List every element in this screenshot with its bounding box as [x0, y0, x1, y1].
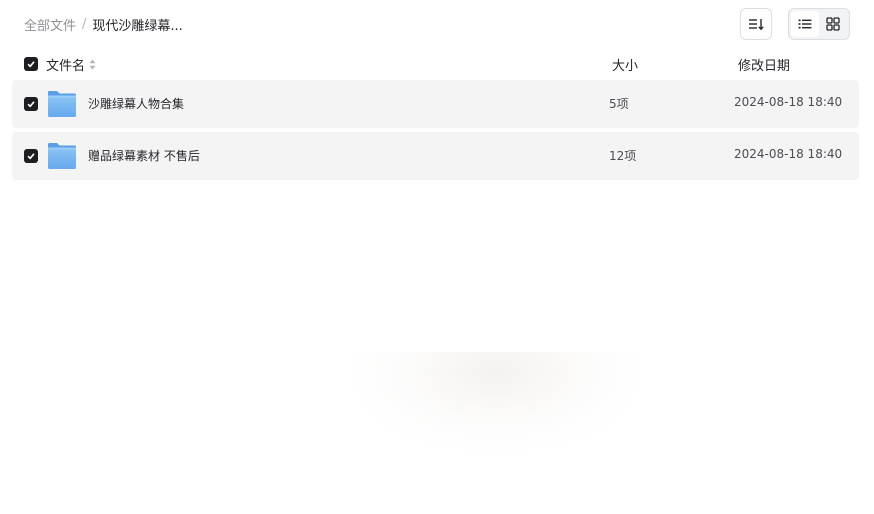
column-header-date: 修改日期 [738, 59, 791, 74]
file-name[interactable]: 赠品绿幕素材 不售后 [88, 147, 200, 164]
file-row[interactable]: 沙雕绿幕人物合集 5项 2024-08-18 18:40 [12, 80, 859, 128]
column-header-size: 大小 [612, 59, 639, 74]
file-modified-date: 2024-08-18 18:40 [734, 147, 843, 161]
list-view-button[interactable] [791, 11, 819, 37]
checkmark-icon [27, 153, 35, 160]
folder-icon [48, 91, 76, 117]
list-view-icon [798, 19, 812, 29]
checkmark-icon [27, 101, 35, 108]
file-row[interactable]: 赠品绿幕素材 不售后 12项 2024-08-18 18:40 [12, 132, 859, 180]
sort-button[interactable] [740, 8, 772, 40]
row-checkbox[interactable] [24, 97, 38, 111]
sort-caret-icon [89, 59, 96, 70]
breadcrumb: 全部文件 / 现代沙雕绿幕... [24, 15, 183, 34]
view-mode-toggle [788, 8, 850, 40]
grid-view-icon [826, 17, 840, 31]
file-size: 12项 [609, 149, 637, 163]
breadcrumb-root-link[interactable]: 全部文件 [24, 15, 76, 34]
breadcrumb-current-folder: 现代沙雕绿幕... [92, 18, 183, 34]
background-glow [350, 352, 642, 452]
select-all-checkbox[interactable] [24, 57, 38, 71]
column-header-name-label: 文件名 [46, 59, 86, 74]
file-modified-date: 2024-08-18 18:40 [734, 95, 843, 109]
checkmark-icon [27, 61, 35, 68]
file-size: 5项 [609, 97, 629, 111]
grid-view-button[interactable] [819, 11, 847, 37]
folder-icon [48, 143, 76, 169]
file-browser: 全部文件 / 现代沙雕绿幕... 文件名 大小 修改日期 沙雕绿幕人物合集 5项… [0, 0, 874, 514]
breadcrumb-separator: / [82, 16, 87, 32]
column-header-name[interactable]: 文件名 [46, 55, 96, 74]
sort-list-icon [749, 19, 764, 31]
row-checkbox[interactable] [24, 149, 38, 163]
file-name[interactable]: 沙雕绿幕人物合集 [88, 95, 184, 112]
file-list-header: 文件名 大小 修改日期 [12, 54, 859, 74]
